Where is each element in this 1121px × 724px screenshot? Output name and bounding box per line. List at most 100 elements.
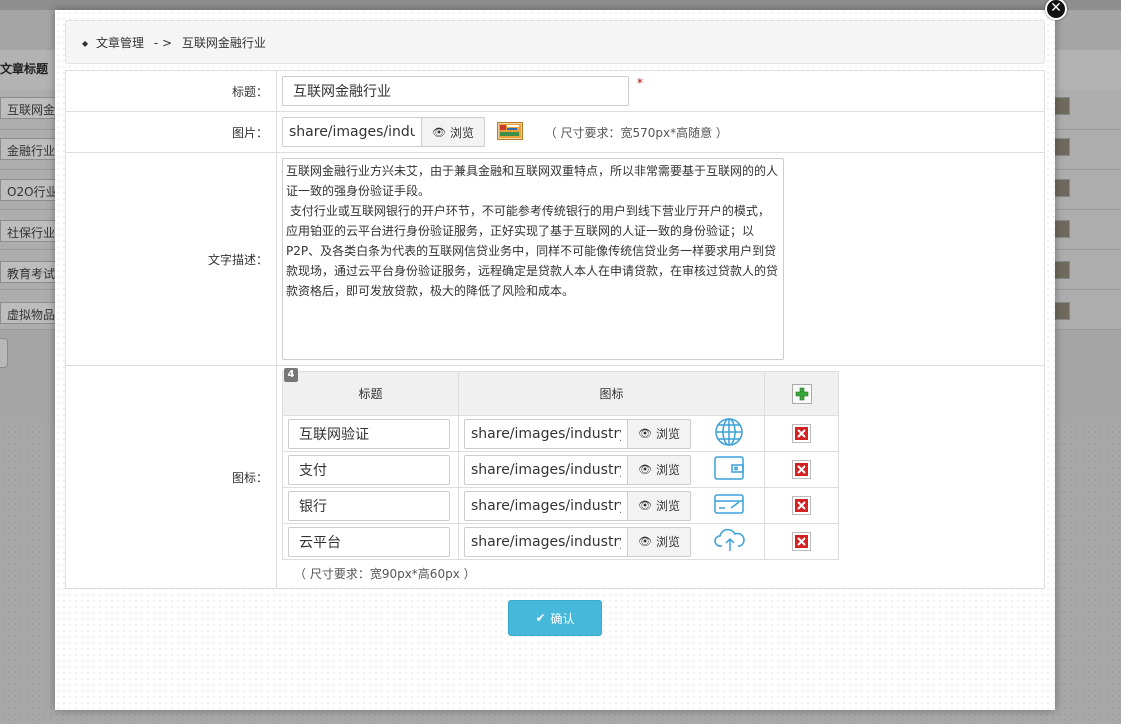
- icon-title-cell: [282, 451, 459, 488]
- article-form: 标题： * 图片： 👁 浏览: [65, 70, 1045, 589]
- check-icon: ✔: [535, 611, 546, 625]
- icons-cell: 4 标题 图标 互联网验证 share/images/industry/p 👁 …: [276, 365, 1045, 589]
- title-cell: *: [276, 70, 1045, 112]
- icon-title-input[interactable]: [288, 490, 450, 521]
- image-thumbnail[interactable]: [496, 121, 523, 143]
- browse-label: 浏览: [655, 427, 680, 441]
- icon-input-group: 👁浏览: [464, 490, 691, 521]
- card-icon: [713, 492, 745, 519]
- background-row-label: 虚拟物品: [0, 302, 56, 324]
- breadcrumb-separator: - >: [153, 36, 173, 50]
- delete-icon: [795, 499, 808, 512]
- icon-path-input[interactable]: [464, 418, 628, 449]
- close-icon: ✕: [1050, 0, 1062, 16]
- add-icon-row-button[interactable]: [791, 383, 812, 404]
- image-browse-button[interactable]: 👁 浏览: [422, 117, 485, 147]
- background-column-title: 文章标题: [0, 62, 49, 76]
- background-button: [0, 338, 8, 368]
- icon-title-cell: [282, 523, 459, 560]
- eye-icon: 👁: [432, 125, 446, 139]
- delete-icon-row-button[interactable]: [792, 460, 811, 479]
- description-cell: 互联网金融行业方兴未艾，由于兼具金融和互联网双重特点，所以非常需要基于互联网的的…: [276, 152, 1045, 366]
- cloud-upload-icon: [713, 527, 747, 556]
- icons-header-icon: 图标: [458, 371, 765, 416]
- icon-row: 👁浏览: [282, 451, 839, 488]
- icons-table-header: 标题 图标: [282, 371, 839, 416]
- plus-icon: [795, 387, 808, 400]
- breadcrumb-current: 互联网金融行业: [181, 36, 266, 50]
- icon-browse-button[interactable]: 👁 浏览: [628, 526, 691, 557]
- icon-path-cell: 👁浏览: [458, 487, 765, 524]
- icon-action-cell: [764, 451, 839, 488]
- eye-icon: 👁: [638, 499, 652, 512]
- icon-title-input[interactable]: [288, 454, 450, 485]
- background-topbar: [0, 0, 1121, 10]
- icon-title-input[interactable]: [288, 526, 450, 557]
- icons-row: 图标： 4 标题 图标 互联网验证 share/images/industry/…: [65, 365, 1045, 589]
- browse-label: 浏览: [655, 463, 680, 477]
- description-row: 文字描述： 互联网金融行业方兴未艾，由于兼具金融和互联网双重特点，所以非常需要基…: [65, 152, 1045, 366]
- icons-table: 标题 图标 互联网验证 share/images/industry/p 👁 浏览…: [282, 371, 839, 560]
- icons-header-action: [764, 371, 839, 416]
- background-row-label: 教育考试: [0, 261, 56, 283]
- icon-browse-button[interactable]: 👁 浏览: [628, 490, 691, 521]
- bullet-icon: ◆: [82, 39, 89, 48]
- edit-dialog: ◆ 文章管理 - > 互联网金融行业 标题： * 图片： 👁: [55, 10, 1055, 710]
- delete-icon: [795, 427, 808, 440]
- breadcrumb-root-link[interactable]: 文章管理: [96, 36, 144, 50]
- icon-action-cell: [764, 523, 839, 560]
- icon-input-group: 👁浏览: [464, 418, 691, 449]
- background-row-label: 社保行业: [0, 220, 56, 242]
- globe-icon: [713, 417, 745, 450]
- image-input-group: 👁 浏览: [282, 117, 485, 147]
- confirm-label: 确认: [550, 611, 575, 626]
- icon-row: 👁浏览: [282, 523, 839, 560]
- image-cell: 👁 浏览 （ 尺寸要求：宽: [276, 111, 1045, 153]
- icon-path-cell: 👁浏览: [458, 415, 765, 452]
- breadcrumb: ◆ 文章管理 - > 互联网金融行业: [65, 20, 1045, 64]
- wallet-icon: [713, 454, 745, 485]
- background-row-label: O2O行业: [0, 179, 56, 201]
- eye-icon: 👁: [638, 463, 652, 476]
- image-label: 图片：: [65, 111, 277, 153]
- image-row: 图片： 👁 浏览: [65, 111, 1045, 153]
- icons-size-hint: （ 尺寸要求：宽90px*高60px ）: [294, 567, 476, 581]
- icon-input-group: 👁浏览: [464, 454, 691, 485]
- required-mark: *: [636, 76, 643, 90]
- icon-title-cell: [282, 415, 459, 452]
- icons-label: 图标：: [65, 365, 277, 589]
- icon-action-cell: [764, 415, 839, 452]
- icon-path-input[interactable]: [464, 526, 628, 557]
- browse-label: 浏览: [655, 499, 680, 513]
- icon-path-input[interactable]: [464, 454, 628, 485]
- title-label: 标题：: [65, 70, 277, 112]
- icon-input-group: 👁浏览: [464, 526, 691, 557]
- image-path-input[interactable]: [282, 117, 422, 147]
- description-label: 文字描述：: [65, 152, 277, 366]
- delete-icon: [795, 463, 808, 476]
- icons-table-wrapper: 4 标题 图标 互联网验证 share/images/industry/p 👁 …: [282, 366, 1039, 588]
- browse-label: 浏览: [655, 535, 680, 549]
- icon-path-cell: 👁浏览: [458, 523, 765, 560]
- icon-browse-button[interactable]: 👁 浏览: [628, 454, 691, 485]
- icons-header-title: 标题: [282, 371, 459, 416]
- icon-browse-button[interactable]: 👁 浏览: [628, 418, 691, 449]
- browse-label: 浏览: [449, 125, 474, 140]
- eye-icon: 👁: [638, 535, 652, 548]
- icon-path-input[interactable]: [464, 490, 628, 521]
- title-row: 标题： *: [65, 70, 1045, 112]
- delete-icon-row-button[interactable]: [792, 496, 811, 515]
- icon-action-cell: [764, 487, 839, 524]
- icon-title-input[interactable]: [288, 418, 450, 449]
- icon-path-cell: 👁浏览: [458, 451, 765, 488]
- icon-title-cell: [282, 487, 459, 524]
- confirm-button[interactable]: ✔ 确认: [508, 600, 602, 636]
- icon-row: 👁浏览: [282, 487, 839, 524]
- delete-icon-row-button[interactable]: [792, 424, 811, 443]
- delete-icon: [795, 535, 808, 548]
- background-row-label: 金融行业: [0, 138, 56, 160]
- eye-icon: 👁: [638, 427, 652, 440]
- description-textarea[interactable]: 互联网金融行业方兴未艾，由于兼具金融和互联网双重特点，所以非常需要基于互联网的的…: [282, 158, 784, 360]
- title-input[interactable]: [282, 76, 629, 106]
- delete-icon-row-button[interactable]: [792, 532, 811, 551]
